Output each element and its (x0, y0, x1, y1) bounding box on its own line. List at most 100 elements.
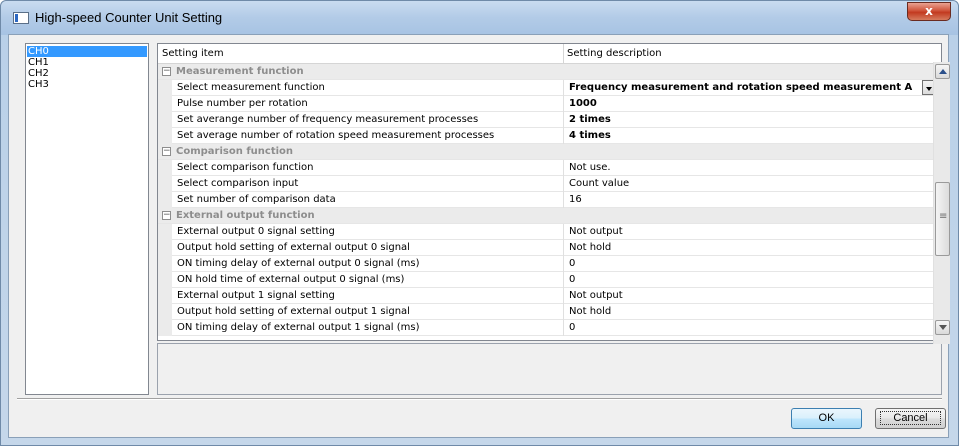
header-setting-description[interactable]: Setting description (567, 48, 662, 59)
setting-value[interactable]: Frequency measurement and rotation speed… (569, 82, 912, 93)
header-setting-item[interactable]: Setting item (162, 48, 224, 59)
cell-separator (563, 192, 564, 208)
ok-button[interactable]: OK (791, 408, 862, 429)
cancel-button[interactable]: Cancel (875, 408, 946, 429)
setting-item-label: Select comparison function (177, 162, 314, 173)
scroll-down-arrow-icon[interactable] (935, 320, 950, 335)
setting-row[interactable]: ON hold time of external output 0 signal… (158, 272, 939, 288)
cell-separator (563, 112, 564, 128)
setting-row[interactable]: Set average number of rotation speed mea… (158, 128, 939, 144)
settings-grid: Setting item Setting description − Measur… (157, 43, 942, 341)
divider (17, 398, 942, 400)
channel-item-ch3[interactable]: CH3 (27, 79, 148, 90)
setting-item-label: Set number of comparison data (177, 194, 336, 205)
setting-item-label: Select measurement function (177, 82, 325, 93)
setting-value[interactable]: Not use. (569, 162, 611, 173)
row-gutter (158, 160, 172, 176)
setting-value[interactable]: 16 (569, 194, 582, 205)
channel-item-ch0[interactable]: CH0 (27, 46, 147, 57)
channel-item-ch2[interactable]: CH2 (27, 68, 148, 79)
setting-row[interactable]: Output hold setting of external output 1… (158, 304, 939, 320)
setting-value[interactable]: 0 (569, 258, 575, 269)
title-bar[interactable]: High-speed Counter Unit Setting x (1, 1, 958, 35)
setting-row[interactable]: ON timing delay of external output 1 sig… (158, 320, 939, 336)
group-label: External output function (176, 210, 315, 221)
cancel-button-label: Cancel (880, 411, 941, 425)
setting-value[interactable]: 0 (569, 322, 575, 333)
grid-header: Setting item Setting description (158, 44, 941, 64)
cell-separator (563, 240, 564, 256)
setting-item-label: ON timing delay of external output 1 sig… (177, 322, 420, 333)
scroll-thumb[interactable] (935, 182, 950, 256)
row-gutter (158, 256, 172, 272)
setting-item-label: Output hold setting of external output 1… (177, 306, 410, 317)
collapse-icon[interactable]: − (162, 67, 171, 76)
setting-row[interactable]: Pulse number per rotation 1000 (158, 96, 939, 112)
setting-item-label: ON timing delay of external output 0 sig… (177, 258, 420, 269)
setting-row[interactable]: ON timing delay of external output 0 sig… (158, 256, 939, 272)
collapse-icon[interactable]: − (162, 211, 171, 220)
row-gutter (158, 96, 172, 112)
collapse-icon[interactable]: − (162, 147, 171, 156)
window-title: High-speed Counter Unit Setting (35, 10, 223, 25)
row-gutter (158, 272, 172, 288)
setting-value[interactable]: 0 (569, 274, 575, 285)
row-gutter (158, 192, 172, 208)
channel-list[interactable]: CH0 CH1 CH2 CH3 (25, 43, 149, 395)
group-label: Comparison function (176, 146, 294, 157)
description-box (157, 343, 942, 395)
setting-row[interactable]: Set averange number of frequency measure… (158, 112, 939, 128)
setting-value[interactable]: Not hold (569, 306, 611, 317)
cell-separator (563, 256, 564, 272)
cell-separator (563, 320, 564, 336)
setting-value[interactable]: Not hold (569, 242, 611, 253)
setting-row[interactable]: Select comparison input Count value (158, 176, 939, 192)
group-label: Measurement function (176, 66, 304, 77)
setting-row[interactable]: External output 1 signal setting Not outp… (158, 288, 939, 304)
group-row[interactable]: − Measurement function (158, 64, 939, 80)
grid-vertical-scrollbar[interactable] (933, 62, 950, 344)
cell-separator (563, 128, 564, 144)
row-gutter (158, 80, 172, 96)
header-separator[interactable] (563, 44, 564, 64)
setting-item-label: External output 1 signal setting (177, 290, 335, 301)
cell-separator (563, 272, 564, 288)
cell-separator (563, 176, 564, 192)
setting-item-label: ON hold time of external output 0 signal… (177, 274, 405, 285)
row-gutter (158, 240, 172, 256)
cell-separator (563, 80, 564, 96)
group-row[interactable]: − Comparison function (158, 144, 939, 160)
setting-value[interactable]: Count value (569, 178, 629, 189)
setting-row[interactable]: Select measurement function Frequency mea… (158, 80, 939, 96)
setting-row[interactable]: Set number of comparison data 16 (158, 192, 939, 208)
setting-item-label: Pulse number per rotation (177, 98, 308, 109)
grid-rows: − Measurement function Select measurement … (158, 64, 939, 336)
setting-value[interactable]: 2 times (569, 114, 611, 125)
cell-separator (563, 224, 564, 240)
cell-separator (563, 96, 564, 112)
setting-value[interactable]: Not output (569, 290, 623, 301)
setting-row[interactable]: Select comparison function Not use. (158, 160, 939, 176)
row-gutter (158, 224, 172, 240)
setting-row[interactable]: External output 0 signal setting Not outp… (158, 224, 939, 240)
cell-separator (563, 304, 564, 320)
setting-item-label: Set average number of rotation speed mea… (177, 130, 495, 141)
dialog-client-area: CH0 CH1 CH2 CH3 Setting item Setting des… (8, 34, 949, 438)
row-gutter (158, 304, 172, 320)
row-gutter (158, 112, 172, 128)
setting-value[interactable]: Not output (569, 226, 623, 237)
cell-separator (563, 288, 564, 304)
close-button[interactable]: x (907, 2, 951, 21)
channel-item-ch1[interactable]: CH1 (27, 57, 148, 68)
scroll-up-arrow-icon[interactable] (935, 64, 950, 79)
setting-item-label: Output hold setting of external output 0… (177, 242, 410, 253)
setting-value[interactable]: 1000 (569, 98, 597, 109)
setting-row[interactable]: Output hold setting of external output 0… (158, 240, 939, 256)
row-gutter (158, 320, 172, 336)
cell-separator (563, 160, 564, 176)
group-row[interactable]: − External output function (158, 208, 939, 224)
setting-item-label: Set averange number of frequency measure… (177, 114, 479, 125)
row-gutter (158, 288, 172, 304)
setting-value[interactable]: 4 times (569, 130, 611, 141)
window-icon (13, 12, 29, 24)
